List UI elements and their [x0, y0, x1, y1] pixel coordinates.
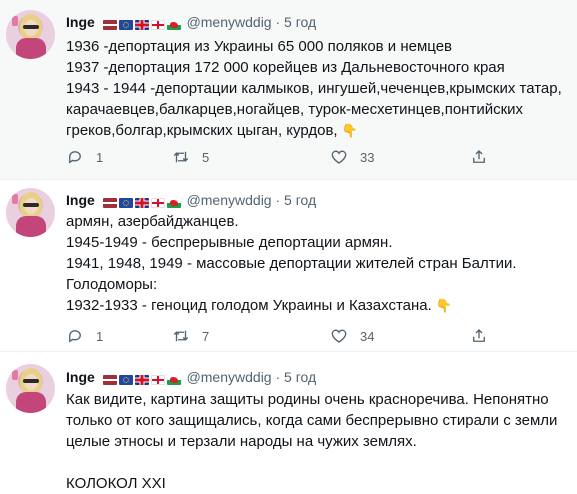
avatar[interactable] — [6, 188, 55, 237]
reply-button[interactable]: 1 — [66, 326, 103, 346]
retweet-button[interactable]: 7 — [172, 326, 209, 346]
tweet-actions: 1 7 34 — [66, 326, 506, 346]
tweet[interactable]: Inge @menywddig · 5 год 1936 -депортация… — [0, 0, 577, 179]
flag-eu-icon — [118, 198, 133, 209]
like-button[interactable]: 33 — [330, 147, 374, 167]
author-handle[interactable]: @menywddig — [187, 369, 272, 385]
avatar[interactable] — [6, 364, 55, 413]
retweet-count: 7 — [202, 328, 210, 344]
retweet-icon — [173, 151, 189, 163]
retweet-count: 5 — [202, 149, 210, 165]
reply-count: 1 — [96, 149, 104, 165]
flag-wales-icon — [166, 375, 181, 386]
reply-icon — [69, 330, 81, 343]
retweet-icon — [173, 330, 189, 342]
flag-latvia-icon — [102, 20, 117, 31]
author-name[interactable]: Inge — [66, 14, 95, 30]
author-name[interactable]: Inge — [66, 192, 95, 208]
tweet-line: 1943 - 1944 -депортации калмыков, ингуше… — [66, 80, 562, 97]
tweet-line: 1936 -депортация из Украины 65 000 поляк… — [66, 38, 453, 55]
flag-list — [102, 370, 183, 388]
pointing-down-emoji: 👇 — [341, 123, 358, 138]
heart-icon — [331, 329, 347, 343]
reply-count: 1 — [96, 328, 104, 344]
retweet-button[interactable]: 5 — [172, 147, 209, 167]
tweet-line: 1932-1933 - геноцид голодом Украины и Ка… — [66, 297, 452, 314]
flag-latvia-icon — [102, 375, 117, 386]
tweet-line: КОЛОКОЛ XXI — [66, 475, 166, 492]
share-icon — [473, 329, 485, 342]
flag-list — [102, 15, 183, 33]
heart-icon — [331, 150, 347, 164]
flag-wales-icon — [166, 198, 181, 209]
tweet[interactable]: Inge @menywddig · 5 год Как видите, карт… — [0, 351, 577, 493]
share-button[interactable] — [470, 147, 488, 167]
tweet-header: Inge @menywddig · 5 год — [66, 368, 316, 386]
share-icon — [473, 150, 485, 163]
timestamp[interactable]: 5 год — [284, 14, 316, 30]
avatar[interactable] — [6, 10, 55, 59]
share-button[interactable] — [470, 326, 488, 346]
flag-uk-icon — [134, 375, 149, 386]
tweet-actions: 1 5 33 — [66, 147, 506, 167]
tweet[interactable]: Inge @menywddig · 5 год армян, азербайдж… — [0, 179, 577, 352]
author-handle[interactable]: @menywddig — [187, 192, 272, 208]
tweet-line: 1941, 1948, 1949 - массовые депортации ж… — [66, 255, 517, 272]
tweet-header: Inge @menywddig · 5 год — [66, 191, 316, 209]
tweet-line: Как видите, картина защиты родины очень … — [66, 391, 549, 408]
author-name[interactable]: Inge — [66, 369, 95, 385]
tweet-line: греков,болгар,крымских цыган, курдов, 👇 — [66, 122, 358, 139]
like-count: 33 — [360, 149, 375, 165]
author-handle[interactable]: @menywddig — [187, 14, 272, 30]
tweet-line: армян, азербайджанцев. — [66, 213, 239, 230]
flag-wales-icon — [166, 20, 181, 31]
tweet-line: карачаевцев,балкарцев,ногайцев, турок-ме… — [66, 101, 524, 118]
tweet-header: Inge @menywddig · 5 год — [66, 13, 316, 31]
flag-uk-icon — [134, 20, 149, 31]
separator-dot: · — [275, 192, 281, 208]
tweet-text: армян, азербайджанцев. 1945-1949 - беспр… — [66, 211, 571, 316]
timestamp[interactable]: 5 год — [284, 369, 316, 385]
tweet-line — [66, 452, 571, 473]
flag-eu-icon — [118, 20, 133, 31]
reply-button[interactable]: 1 — [66, 147, 103, 167]
separator-dot: · — [275, 14, 281, 30]
like-button[interactable]: 34 — [330, 326, 374, 346]
pointing-down-emoji: 👇 — [435, 298, 452, 313]
like-count: 34 — [360, 328, 375, 344]
tweet-line: Голодоморы: — [66, 276, 158, 293]
separator-dot: · — [275, 369, 281, 385]
flag-england-icon — [150, 375, 165, 386]
tweet-line: только от кого защищались, когда сами бе… — [66, 412, 558, 429]
flag-latvia-icon — [102, 198, 117, 209]
tweet-line: целые этносы и терзали народы на чужих з… — [66, 433, 417, 450]
tweet-text: 1936 -депортация из Украины 65 000 поляк… — [66, 36, 571, 141]
tweet-text: Как видите, картина защиты родины очень … — [66, 389, 571, 494]
tweet-line: 1945-1949 - беспрерывные депортации армя… — [66, 234, 393, 251]
flag-list — [102, 193, 183, 211]
flag-england-icon — [150, 198, 165, 209]
reply-icon — [69, 151, 81, 164]
flag-england-icon — [150, 20, 165, 31]
flag-eu-icon — [118, 375, 133, 386]
tweet-line: 1937 -депортация 172 000 корейцев из Дал… — [66, 59, 505, 76]
timestamp[interactable]: 5 год — [284, 192, 316, 208]
flag-uk-icon — [134, 198, 149, 209]
